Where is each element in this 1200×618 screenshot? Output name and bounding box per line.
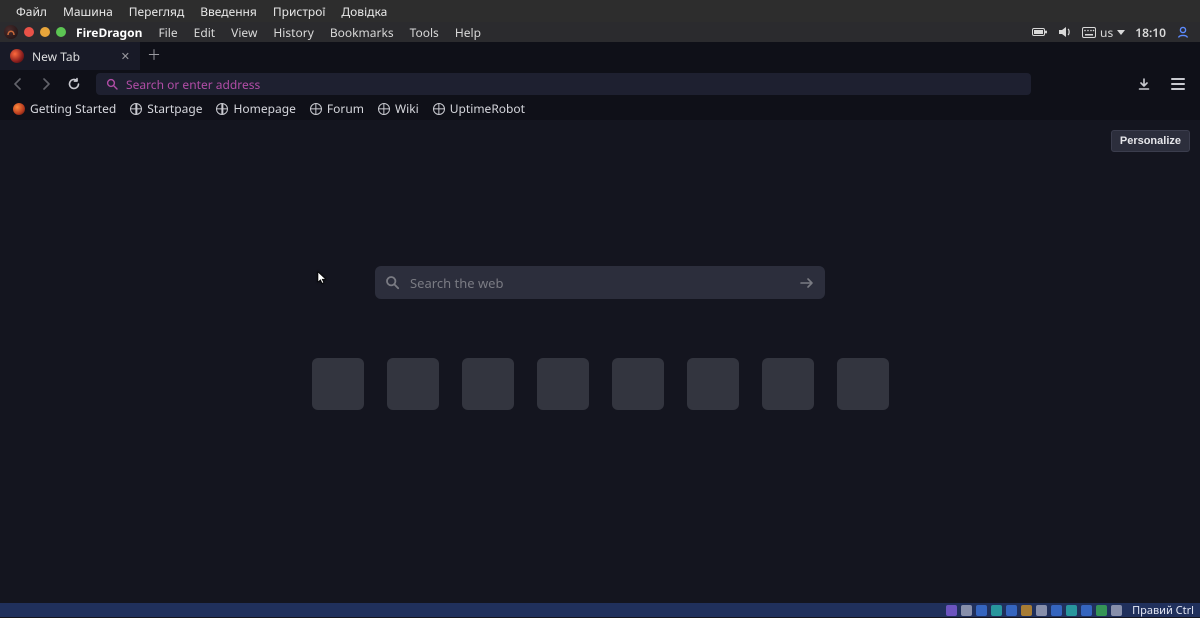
top-site-tile[interactable] [537,358,589,410]
top-site-tile[interactable] [612,358,664,410]
vm-tray-icon[interactable] [976,605,987,616]
minimize-window-button[interactable] [40,27,50,37]
window-controls [24,27,66,37]
firedragon-favicon-icon [10,49,24,63]
vm-tray-icon[interactable] [1096,605,1107,616]
bookmark-label: UptimeRobot [450,100,525,117]
top-site-tile[interactable] [687,358,739,410]
vm-menubar: Файл Машина Перегляд Введення Пристрої Д… [0,0,1200,22]
flame-icon [13,103,25,115]
vm-tray-icons [946,605,1122,616]
top-sites-grid [312,358,889,410]
vm-host-key-label: Правий Ctrl [1132,603,1194,618]
tab-label: New Tab [32,48,80,65]
vm-tray-icon[interactable] [1111,605,1122,616]
keyboard-layout-indicator[interactable]: us [1082,24,1125,41]
top-site-tile[interactable] [762,358,814,410]
close-window-button[interactable] [24,27,34,37]
search-placeholder: Search the web [410,274,504,292]
bookmark-label: Getting Started [30,100,116,117]
app-logo-icon [4,25,18,39]
app-name: FireDragon [76,24,142,41]
downloads-button[interactable] [1132,73,1156,95]
new-tab-page: Personalize Search the web [0,120,1200,603]
forward-button[interactable] [34,73,58,95]
url-bar[interactable]: Search or enter address [96,73,1031,95]
hamburger-icon [1171,78,1185,90]
battery-icon[interactable] [1032,27,1048,37]
back-button[interactable] [6,73,30,95]
menu-view[interactable]: View [223,22,265,43]
vm-tray-icon[interactable] [1021,605,1032,616]
menu-tools[interactable]: Tools [402,22,447,43]
globe-icon [216,103,228,115]
vm-statusbar: Правий Ctrl [0,603,1200,617]
vm-tray-icon[interactable] [991,605,1002,616]
vm-menu-help[interactable]: Довідка [333,1,395,22]
user-icon[interactable] [1176,25,1190,39]
vm-menu-view[interactable]: Перегляд [121,1,192,22]
globe-icon [130,103,142,115]
tab-close-button[interactable]: ✕ [121,49,130,64]
search-icon [106,78,118,90]
vm-menu-file[interactable]: Файл [8,1,55,22]
menu-file[interactable]: File [150,22,185,43]
vm-menu-machine[interactable]: Машина [55,1,121,22]
menu-edit[interactable]: Edit [186,22,223,43]
maximize-window-button[interactable] [56,27,66,37]
titlebar: FireDragon File Edit View History Bookma… [0,22,1200,42]
vm-tray-icon[interactable] [946,605,957,616]
top-site-tile[interactable] [312,358,364,410]
bookmark-uptimerobot[interactable]: UptimeRobot [428,100,530,117]
bookmark-label: Startpage [147,100,202,117]
clock[interactable]: 18:10 [1135,24,1166,41]
tab-new-tab[interactable]: New Tab ✕ [0,42,140,70]
vm-menu-devices[interactable]: Пристрої [265,1,334,22]
app-menu-button[interactable] [1166,73,1190,95]
menu-bookmarks[interactable]: Bookmarks [322,22,402,43]
volume-icon[interactable] [1058,26,1072,38]
bookmark-wiki[interactable]: Wiki [373,100,424,117]
vm-tray-icon[interactable] [1006,605,1017,616]
vm-tray-icon[interactable] [1066,605,1077,616]
tab-strip: New Tab ✕ ＋ [0,42,1200,70]
vm-tray-icon[interactable] [1081,605,1092,616]
keyboard-layout-label: us [1100,24,1113,41]
reload-button[interactable] [62,73,86,95]
newtab-search-box[interactable]: Search the web [375,266,825,299]
globe-icon [378,103,390,115]
globe-icon [433,103,445,115]
menu-help[interactable]: Help [447,22,489,43]
app-menu: File Edit View History Bookmarks Tools H… [150,22,489,43]
bookmark-getting-started[interactable]: Getting Started [8,100,121,117]
search-icon [385,275,400,290]
top-site-tile[interactable] [837,358,889,410]
nav-toolbar: Search or enter address [0,70,1200,98]
globe-icon [310,103,322,115]
bookmark-startpage[interactable]: Startpage [125,100,207,117]
bookmarks-toolbar: Getting Started Startpage Homepage Forum… [0,98,1200,120]
vm-menu-input[interactable]: Введення [192,1,265,22]
new-tab-button[interactable]: ＋ [140,42,168,70]
chevron-down-icon [1117,30,1125,35]
plus-icon: ＋ [147,49,161,63]
url-placeholder: Search or enter address [126,76,260,93]
top-site-tile[interactable] [387,358,439,410]
bookmark-forum[interactable]: Forum [305,100,369,117]
bookmark-homepage[interactable]: Homepage [211,100,300,117]
menu-history[interactable]: History [265,22,321,43]
top-site-tile[interactable] [462,358,514,410]
bookmark-label: Wiki [395,100,419,117]
arrow-right-icon[interactable] [799,276,815,290]
bookmark-label: Homepage [233,100,295,117]
vm-tray-icon[interactable] [961,605,972,616]
personalize-button[interactable]: Personalize [1111,130,1190,152]
bookmark-label: Forum [327,100,364,117]
vm-tray-icon[interactable] [1036,605,1047,616]
vm-tray-icon[interactable] [1051,605,1062,616]
